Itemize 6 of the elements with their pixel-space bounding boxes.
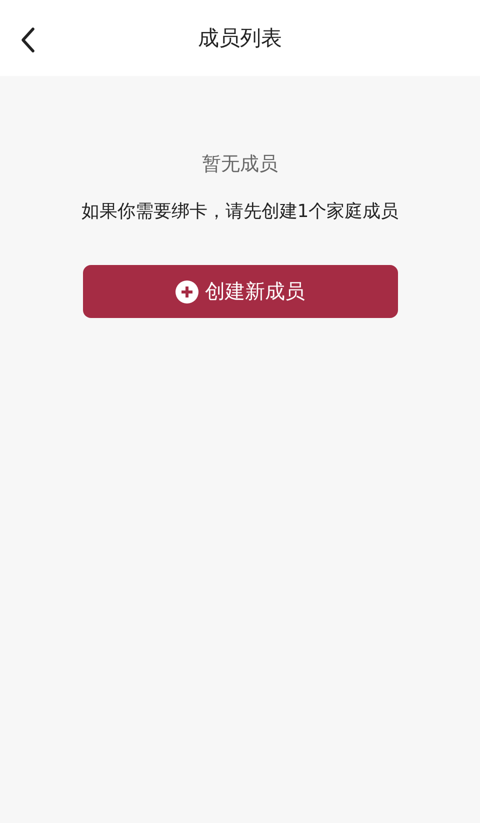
empty-title: 暂无成员: [202, 152, 278, 177]
page-title: 成员列表: [198, 25, 282, 52]
create-member-button[interactable]: 创建新成员: [82, 265, 398, 318]
plus-icon: [175, 280, 199, 304]
empty-message: 如果你需要绑卡，请先创建1个家庭成员: [81, 200, 399, 223]
back-icon[interactable]: [20, 27, 36, 53]
